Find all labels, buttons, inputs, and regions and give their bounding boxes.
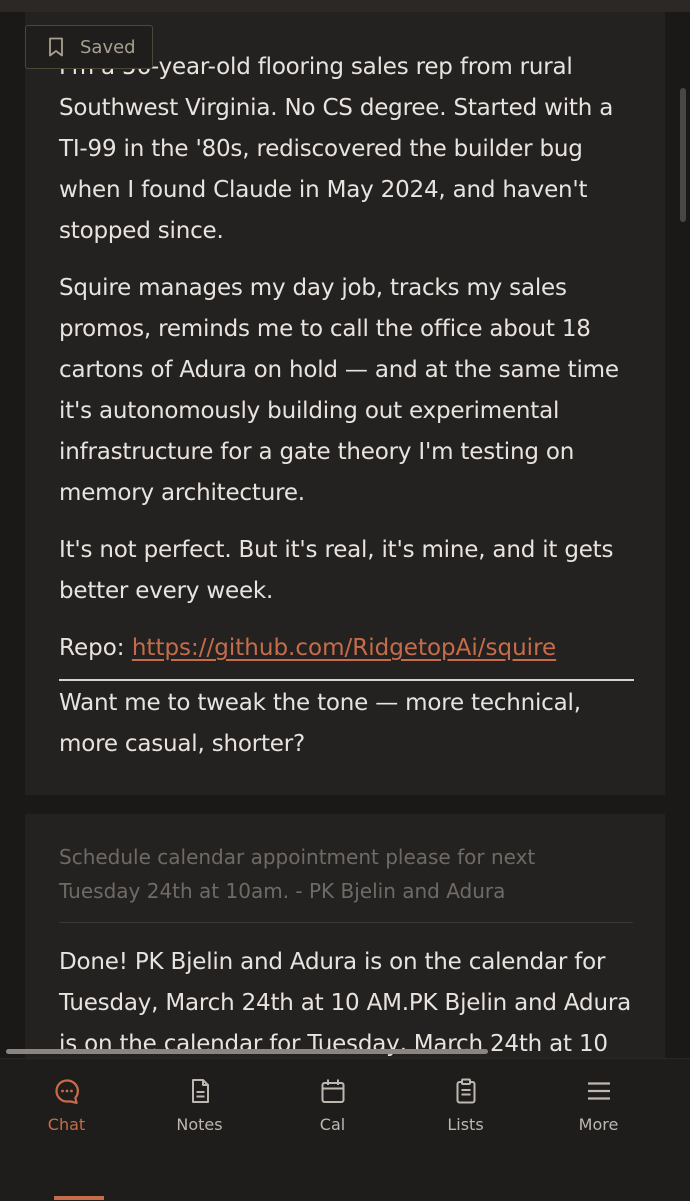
message-paragraph: Squire manages my day job, tracks my sal… bbox=[59, 275, 619, 506]
divider bbox=[59, 922, 633, 923]
chat-icon bbox=[54, 1079, 79, 1104]
status-bar bbox=[0, 0, 690, 12]
assistant-response: Done! PK Bjelin and Adura is on the cale… bbox=[59, 949, 631, 1057]
calendar-icon bbox=[321, 1079, 344, 1103]
nav-label: Notes bbox=[176, 1115, 223, 1134]
message-paragraph: It's not perfect. But it's real, it's mi… bbox=[59, 537, 614, 604]
clipboard-icon bbox=[456, 1078, 475, 1104]
nav-item-calendar[interactable]: Cal bbox=[266, 1059, 399, 1201]
message-card: Schedule calendar appointment please for… bbox=[25, 814, 665, 1058]
nav-label: Cal bbox=[319, 1115, 346, 1134]
saved-button[interactable]: Saved bbox=[25, 25, 153, 69]
menu-icon bbox=[587, 1082, 610, 1100]
nav-item-notes[interactable]: Notes bbox=[133, 1059, 266, 1201]
vertical-scrollbar[interactable] bbox=[680, 88, 686, 222]
nav-label: More bbox=[578, 1115, 619, 1134]
message-paragraph: I'm a 56-year-old flooring sales rep fro… bbox=[59, 54, 614, 244]
nav-label: Lists bbox=[447, 1115, 484, 1134]
divider bbox=[59, 679, 634, 681]
nav-item-chat[interactable]: Chat bbox=[0, 1059, 133, 1201]
saved-label: Saved bbox=[80, 36, 136, 58]
bookmark-icon bbox=[49, 37, 63, 57]
active-tab-indicator bbox=[54, 1196, 104, 1200]
horizontal-scrollbar[interactable] bbox=[6, 1049, 488, 1054]
assistant-message-card: I'm a 56-year-old flooring sales rep fro… bbox=[25, 12, 665, 795]
repo-prefix: Repo: bbox=[59, 635, 132, 661]
nav-item-more[interactable]: More bbox=[532, 1059, 665, 1201]
nav-label: Chat bbox=[47, 1115, 86, 1134]
notes-icon bbox=[191, 1079, 209, 1103]
repo-link[interactable]: https://github.com/RidgetopAi/squire bbox=[132, 635, 556, 661]
nav-item-lists[interactable]: Lists bbox=[399, 1059, 532, 1201]
bottom-navigation: Chat Notes Cal Lists More bbox=[0, 1058, 690, 1201]
chat-scroll-area[interactable]: I'm a 56-year-old flooring sales rep fro… bbox=[0, 12, 690, 1058]
repo-line: Repo: https://github.com/RidgetopAi/squi… bbox=[59, 628, 639, 669]
user-prompt: Schedule calendar appointment please for… bbox=[59, 845, 536, 903]
followup-question: Want me to tweak the tone — more technic… bbox=[59, 690, 581, 757]
